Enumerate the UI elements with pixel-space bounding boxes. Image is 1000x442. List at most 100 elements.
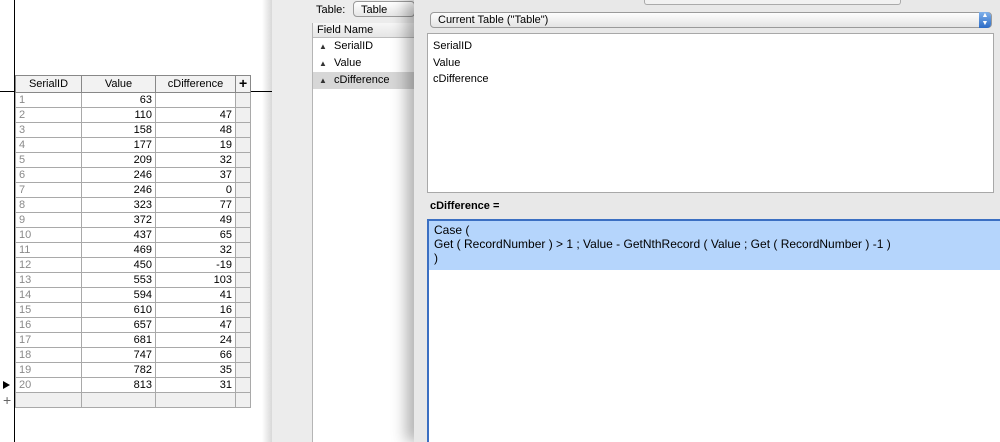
table-row[interactable]: 20 813 31 xyxy=(15,377,252,393)
cdifference-cell[interactable]: -19 xyxy=(155,257,236,273)
serialid-cell[interactable]: 12 xyxy=(15,257,82,273)
value-cell[interactable]: 372 xyxy=(81,212,156,228)
serialid-cell[interactable]: 16 xyxy=(15,317,82,333)
serialid-cell[interactable]: 8 xyxy=(15,197,82,213)
field-item-cdifference[interactable]: ▲ cDifference xyxy=(313,72,418,89)
new-record-row[interactable] xyxy=(15,392,252,408)
column-header-serialid[interactable]: SerialID xyxy=(15,75,82,93)
serialid-cell[interactable]: 6 xyxy=(15,167,82,183)
formula-editor[interactable]: Case ( Get ( RecordNumber ) > 1 ; Value … xyxy=(427,219,1000,442)
value-cell[interactable]: 246 xyxy=(81,167,156,183)
value-cell[interactable]: 110 xyxy=(81,107,156,123)
cdifference-cell[interactable]: 24 xyxy=(155,332,236,348)
cdifference-cell[interactable] xyxy=(155,92,236,108)
value-cell[interactable]: 782 xyxy=(81,362,156,378)
cdifference-cell[interactable]: 32 xyxy=(155,242,236,258)
cdifference-cell[interactable]: 19 xyxy=(155,137,236,153)
cdifference-cell[interactable]: 16 xyxy=(155,302,236,318)
serialid-cell[interactable]: 7 xyxy=(15,182,82,198)
table-row[interactable]: 2 110 47 xyxy=(15,107,252,123)
table-row[interactable]: 19 782 35 xyxy=(15,362,252,378)
value-cell[interactable]: 594 xyxy=(81,287,156,303)
cdifference-cell[interactable]: 0 xyxy=(155,182,236,198)
reorder-handle-icon[interactable]: ▲ xyxy=(319,72,327,89)
value-cell[interactable]: 813 xyxy=(81,377,156,393)
cdifference-cell[interactable]: 31 xyxy=(155,377,236,393)
table-row[interactable]: 6 246 37 xyxy=(15,167,252,183)
table-row[interactable]: 16 657 47 xyxy=(15,317,252,333)
serialid-cell[interactable]: 20 xyxy=(15,377,82,393)
serialid-cell[interactable]: 4 xyxy=(15,137,82,153)
cdifference-cell[interactable]: 49 xyxy=(155,212,236,228)
cdifference-cell[interactable]: 103 xyxy=(155,272,236,288)
serialid-cell[interactable]: 19 xyxy=(15,362,82,378)
cdifference-cell[interactable]: 32 xyxy=(155,152,236,168)
cdifference-cell[interactable]: 35 xyxy=(155,362,236,378)
cdifference-cell[interactable]: 48 xyxy=(155,122,236,138)
value-cell[interactable]: 158 xyxy=(81,122,156,138)
value-cell[interactable]: 63 xyxy=(81,92,156,108)
add-field-button[interactable]: + xyxy=(234,75,252,93)
serialid-cell[interactable]: 18 xyxy=(15,347,82,363)
context-table-select[interactable]: Current Table ("Table") ▲ ▼ xyxy=(430,12,992,28)
value-cell[interactable]: 681 xyxy=(81,332,156,348)
serialid-cell[interactable]: 17 xyxy=(15,332,82,348)
add-record-button[interactable]: + xyxy=(3,393,11,407)
table-row[interactable]: 9 372 49 xyxy=(15,212,252,228)
value-cell[interactable]: 246 xyxy=(81,182,156,198)
table-row[interactable]: 3 158 48 xyxy=(15,122,252,138)
value-cell[interactable]: 657 xyxy=(81,317,156,333)
calc-field-item-cdifference[interactable]: cDifference xyxy=(428,71,993,88)
column-header-value[interactable]: Value xyxy=(81,75,156,93)
value-cell[interactable]: 209 xyxy=(81,152,156,168)
serialid-cell[interactable]: 13 xyxy=(15,272,82,288)
calc-field-item-serialid[interactable]: SerialID xyxy=(428,38,993,55)
table-select[interactable]: Table xyxy=(353,1,415,17)
value-cell[interactable]: 747 xyxy=(81,347,156,363)
table-row[interactable]: 13 553 103 xyxy=(15,272,252,288)
field-item-serialid[interactable]: ▲ SerialID xyxy=(313,38,418,55)
cdifference-cell[interactable]: 41 xyxy=(155,287,236,303)
cdifference-cell[interactable]: 37 xyxy=(155,167,236,183)
serialid-cell[interactable]: 3 xyxy=(15,122,82,138)
calc-field-item-value[interactable]: Value xyxy=(428,55,993,72)
cdifference-cell[interactable]: 47 xyxy=(155,107,236,123)
value-cell[interactable]: 177 xyxy=(81,137,156,153)
reorder-handle-icon[interactable]: ▲ xyxy=(319,38,327,55)
value-cell[interactable]: 437 xyxy=(81,227,156,243)
table-row[interactable]: 8 323 77 xyxy=(15,197,252,213)
serialid-cell[interactable]: 5 xyxy=(15,152,82,168)
serialid-cell[interactable]: 2 xyxy=(15,107,82,123)
cdifference-cell[interactable]: 66 xyxy=(155,347,236,363)
value-cell[interactable]: 553 xyxy=(81,272,156,288)
table-row[interactable]: 14 594 41 xyxy=(15,287,252,303)
serialid-cell[interactable]: 9 xyxy=(15,212,82,228)
table-row[interactable]: 1 63 xyxy=(15,92,252,108)
chevron-updown-icon[interactable]: ▲ ▼ xyxy=(979,12,991,28)
cdifference-cell[interactable]: 47 xyxy=(155,317,236,333)
value-cell[interactable]: 469 xyxy=(81,242,156,258)
table-row[interactable]: 10 437 65 xyxy=(15,227,252,243)
cdifference-cell[interactable]: 65 xyxy=(155,227,236,243)
serialid-cell[interactable]: 15 xyxy=(15,302,82,318)
table-row[interactable]: 17 681 24 xyxy=(15,332,252,348)
table-row[interactable]: 15 610 16 xyxy=(15,302,252,318)
reorder-handle-icon[interactable]: ▲ xyxy=(319,55,327,72)
table-row[interactable]: 12 450 -19 xyxy=(15,257,252,273)
table-row[interactable]: 18 747 66 xyxy=(15,347,252,363)
cdifference-cell[interactable]: 77 xyxy=(155,197,236,213)
value-cell[interactable]: 450 xyxy=(81,257,156,273)
value-cell[interactable]: 323 xyxy=(81,197,156,213)
serialid-cell[interactable]: 10 xyxy=(15,227,82,243)
serialid-cell[interactable]: 14 xyxy=(15,287,82,303)
table-row[interactable]: 7 246 0 xyxy=(15,182,252,198)
table-row[interactable]: 5 209 32 xyxy=(15,152,252,168)
field-item-value[interactable]: ▲ Value xyxy=(313,55,418,72)
table-row[interactable]: 11 469 32 xyxy=(15,242,252,258)
serialid-cell[interactable]: 1 xyxy=(15,92,82,108)
table-row[interactable]: 4 177 19 xyxy=(15,137,252,153)
serialid-cell[interactable]: 11 xyxy=(15,242,82,258)
field-name-column-header[interactable]: Field Name xyxy=(313,23,418,38)
value-cell[interactable]: 610 xyxy=(81,302,156,318)
column-header-cdifference[interactable]: cDifference xyxy=(155,75,236,93)
